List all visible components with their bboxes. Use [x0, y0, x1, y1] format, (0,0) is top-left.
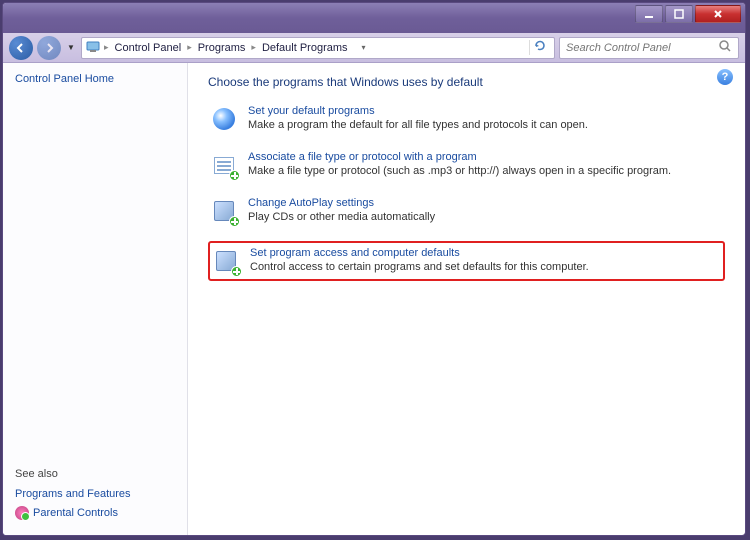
item-description: Make a program the default for all file …	[248, 119, 588, 131]
default-programs-icon	[210, 105, 238, 133]
breadcrumb-separator: ▸	[251, 42, 256, 53]
breadcrumb-item[interactable]: Programs	[196, 42, 248, 54]
location-dropdown[interactable]: ▾	[354, 43, 366, 52]
breadcrumb-separator: ▸	[187, 42, 192, 53]
page-heading: Choose the programs that Windows uses by…	[208, 75, 725, 89]
item-change-autoplay: Change AutoPlay settings Play CDs or oth…	[208, 195, 725, 227]
window-buttons	[635, 5, 741, 23]
item-set-default-programs: Set your default programs Make a program…	[208, 103, 725, 135]
sidebar: Control Panel Home See also Programs and…	[3, 63, 188, 535]
parental-controls-icon	[15, 506, 29, 520]
change-autoplay-link[interactable]: Change AutoPlay settings	[248, 197, 723, 209]
back-button[interactable]	[9, 36, 33, 60]
breadcrumb-item[interactable]: Control Panel	[113, 42, 184, 54]
location-bar[interactable]: ▸ Control Panel ▸ Programs ▸ Default Pro…	[81, 37, 555, 59]
maximize-button[interactable]	[665, 5, 693, 23]
item-description: Play CDs or other media automatically	[248, 211, 435, 223]
window: ▼ ▸ Control Panel ▸ Programs ▸ Default P…	[2, 2, 746, 536]
parental-controls-link[interactable]: Parental Controls	[15, 506, 118, 520]
item-description: Control access to certain programs and s…	[250, 261, 589, 273]
program-access-icon	[212, 247, 240, 275]
search-input[interactable]	[566, 42, 714, 54]
set-default-programs-link[interactable]: Set your default programs	[248, 105, 723, 117]
item-associate-file-type: Associate a file type or protocol with a…	[208, 149, 725, 181]
refresh-button[interactable]	[529, 40, 550, 55]
autoplay-icon	[210, 197, 238, 225]
body: Control Panel Home See also Programs and…	[3, 63, 745, 535]
search-icon[interactable]	[718, 39, 732, 56]
breadcrumb-item[interactable]: Default Programs	[260, 42, 350, 54]
control-panel-icon	[86, 39, 100, 56]
close-button[interactable]	[695, 5, 741, 23]
associate-icon	[210, 151, 238, 179]
breadcrumb-separator: ▸	[104, 42, 109, 53]
main-content: ? Choose the programs that Windows uses …	[188, 63, 745, 535]
help-icon[interactable]: ?	[717, 69, 733, 85]
see-also-heading: See also	[15, 468, 58, 480]
nav-history-dropdown[interactable]: ▼	[65, 36, 77, 60]
forward-button[interactable]	[37, 36, 61, 60]
parental-controls-label: Parental Controls	[33, 507, 118, 519]
item-description: Make a file type or protocol (such as .m…	[248, 165, 671, 177]
address-bar: ▼ ▸ Control Panel ▸ Programs ▸ Default P…	[3, 33, 745, 63]
associate-file-type-link[interactable]: Associate a file type or protocol with a…	[248, 151, 723, 163]
control-panel-home-link[interactable]: Control Panel Home	[15, 73, 175, 85]
item-set-program-access: Set program access and computer defaults…	[208, 241, 725, 281]
titlebar	[3, 3, 745, 33]
minimize-button[interactable]	[635, 5, 663, 23]
programs-and-features-link[interactable]: Programs and Features	[15, 488, 131, 500]
set-program-access-link[interactable]: Set program access and computer defaults	[250, 247, 721, 259]
search-box[interactable]	[559, 37, 739, 59]
